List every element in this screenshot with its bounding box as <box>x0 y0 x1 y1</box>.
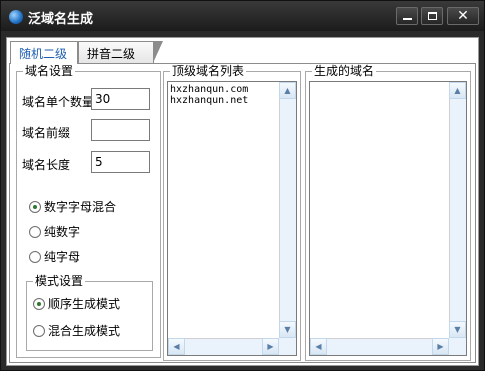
tab-panel: 域名设置 域名单个数量 域名前缀 域名长度 数字字母混合 纯数字 纯字母 <box>9 63 476 363</box>
list-item[interactable]: hxzhanqun.com <box>170 84 248 95</box>
generated-vscroll[interactable]: ▲ ▼ <box>449 82 466 338</box>
scroll-left-icon: ◀ <box>315 342 322 351</box>
radio-sequential-mode-label: 顺序生成模式 <box>48 297 121 311</box>
radio-mixed-mode[interactable]: 混合生成模式 <box>33 322 120 339</box>
close-icon: ✕ <box>457 8 469 24</box>
radio-sequential-mode-dot[interactable] <box>33 297 45 310</box>
scroll-down-button[interactable]: ▼ <box>449 321 466 338</box>
window-title: 泛域名生成 <box>28 12 94 27</box>
tab-random-subdomain[interactable]: 随机二级 <box>10 41 78 64</box>
radio-letters-only-label: 纯字母 <box>44 250 81 264</box>
radio-sequential-mode[interactable]: 顺序生成模式 <box>33 295 120 312</box>
scroll-left-icon: ◀ <box>173 342 180 351</box>
top-domain-list[interactable]: hxzhanqun.com hxzhanqun.net ▲ ▼ ◀ ▶ <box>167 81 297 356</box>
generated-domain-list[interactable]: ▲ ▼ ◀ ▶ <box>309 81 467 356</box>
close-button[interactable]: ✕ <box>447 7 479 25</box>
app-globe-icon <box>9 10 23 24</box>
top-domain-group: 顶级域名列表 hxzhanqun.com hxzhanqun.net ▲ ▼ ◀… <box>163 64 301 361</box>
scroll-left-button[interactable]: ◀ <box>310 338 327 355</box>
prefix-input[interactable] <box>91 119 150 141</box>
length-input[interactable] <box>91 151 150 173</box>
mode-settings-group: 模式设置 顺序生成模式 混合生成模式 <box>26 274 153 351</box>
scroll-corner <box>449 338 466 355</box>
radio-alnum-mixed-dot[interactable] <box>29 200 41 213</box>
radio-letters-only[interactable]: 纯字母 <box>29 248 80 265</box>
top-domain-vscroll[interactable]: ▲ ▼ <box>279 82 296 338</box>
scroll-up-icon: ▲ <box>454 86 461 95</box>
radio-mixed-mode-dot[interactable] <box>33 324 45 337</box>
scroll-down-button[interactable]: ▼ <box>279 321 296 338</box>
scroll-right-icon: ▶ <box>267 342 274 351</box>
top-domain-hscroll[interactable]: ◀ ▶ <box>168 338 279 355</box>
scroll-right-button[interactable]: ▶ <box>262 338 279 355</box>
scroll-down-icon: ▼ <box>284 325 291 334</box>
radio-alnum-mixed-label: 数字字母混合 <box>44 200 117 214</box>
domain-settings-group: 域名设置 域名单个数量 域名前缀 域名长度 数字字母混合 纯数字 纯字母 <box>16 64 161 358</box>
title-bar: 泛域名生成 ✕ <box>1 1 484 31</box>
scroll-right-icon: ▶ <box>437 342 444 351</box>
generated-hscroll[interactable]: ◀ ▶ <box>310 338 449 355</box>
radio-digits-only-dot[interactable] <box>29 225 41 238</box>
count-label: 域名单个数量 <box>22 95 95 109</box>
radio-letters-only-dot[interactable] <box>29 250 41 263</box>
radio-digits-only[interactable]: 纯数字 <box>29 223 80 240</box>
domain-settings-label: 域名设置 <box>23 64 76 78</box>
radio-alnum-mixed[interactable]: 数字字母混合 <box>29 198 116 215</box>
app-window: 泛域名生成 ✕ 随机二级 拼音二级 域名设置 域名单个数量 域名前缀 域名长度 <box>0 0 485 371</box>
maximize-button[interactable] <box>421 7 443 25</box>
count-input[interactable] <box>91 88 150 110</box>
length-label: 域名长度 <box>22 158 71 172</box>
minimize-button[interactable] <box>396 7 418 25</box>
top-domain-items: hxzhanqun.com hxzhanqun.net <box>170 84 248 106</box>
radio-mixed-mode-label: 混合生成模式 <box>48 324 121 338</box>
scroll-up-icon: ▲ <box>284 86 291 95</box>
list-item[interactable]: hxzhanqun.net <box>170 95 248 106</box>
scroll-up-button[interactable]: ▲ <box>279 82 296 99</box>
maximize-icon <box>428 12 437 20</box>
minimize-icon <box>403 18 412 20</box>
scroll-up-button[interactable]: ▲ <box>449 82 466 99</box>
mode-settings-label: 模式设置 <box>33 274 86 288</box>
generated-domain-group: 生成的域名 ▲ ▼ ◀ ▶ <box>305 64 471 361</box>
client-area: 随机二级 拼音二级 域名设置 域名单个数量 域名前缀 域名长度 数字字母混合 纯… <box>6 37 479 366</box>
prefix-label: 域名前缀 <box>22 126 71 140</box>
scroll-right-button[interactable]: ▶ <box>432 338 449 355</box>
scroll-corner <box>279 338 296 355</box>
generated-domain-label: 生成的域名 <box>312 64 377 78</box>
tab-pinyin-subdomain[interactable]: 拼音二级 <box>78 41 163 63</box>
scroll-down-icon: ▼ <box>454 325 461 334</box>
top-domain-label: 顶级域名列表 <box>170 64 247 78</box>
scroll-left-button[interactable]: ◀ <box>168 338 185 355</box>
radio-digits-only-label: 纯数字 <box>44 225 81 239</box>
